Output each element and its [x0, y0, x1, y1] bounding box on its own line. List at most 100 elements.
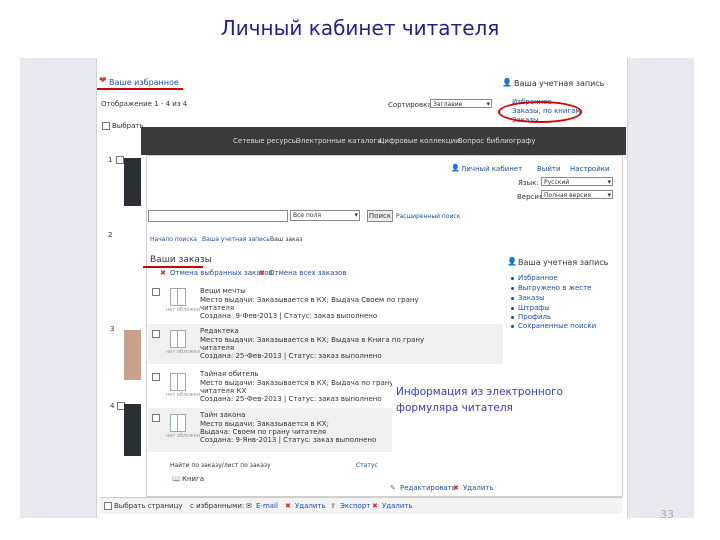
select-page-label: Выбрать страницу [114, 502, 183, 510]
order-status: Создана: 9-Янв-2013 | Статус: заказ выпо… [200, 436, 377, 444]
email-icon: ✉ [246, 502, 252, 510]
order-checkbox[interactable] [152, 288, 160, 296]
user-icon: 👤 [451, 164, 460, 172]
records-count: Отображение 1 - 4 из 4 [101, 100, 188, 108]
order-checkbox[interactable] [152, 330, 160, 338]
orders-highlight-oval [498, 101, 582, 123]
no-cover-label: нет обложки [166, 392, 201, 398]
page-number: 33 [660, 508, 674, 521]
order-title[interactable]: Тайн закона [200, 411, 245, 419]
nav-electronic-catalogs[interactable]: Электронные каталоги [296, 137, 382, 145]
order-reader: читателя [200, 304, 235, 312]
bullet [511, 277, 514, 280]
search-button[interactable]: Поиск [367, 210, 393, 222]
cancel-all-orders[interactable]: Отмена всех заказов [269, 269, 347, 277]
sidebar-item-checked-out[interactable]: Выгружено в жесте [518, 284, 592, 292]
edit-link[interactable]: Редактировать [400, 484, 456, 492]
item-checkbox[interactable] [116, 156, 124, 164]
favorites-heading[interactable]: Ваше избранное [109, 78, 179, 87]
order-reader: читателя [200, 344, 235, 352]
nav-ask-librarian[interactable]: Вопрос библиографу [458, 137, 536, 145]
breadcrumb-account[interactable]: Ваша учетная запись [202, 236, 270, 243]
author-photo [124, 330, 141, 380]
version-label: Версия [517, 193, 544, 201]
slide-title: Личный кабинет читателя [220, 16, 500, 40]
order-checkbox[interactable] [152, 414, 160, 422]
sort-label: Сортировка [388, 101, 432, 109]
item-number: 2 [108, 231, 113, 239]
order-checkbox[interactable] [152, 373, 160, 381]
order-reader: Выдача: Своем по грaну читателя [200, 428, 327, 436]
advanced-search-link[interactable]: Расширенный поиск [396, 213, 460, 220]
search-scope-select[interactable]: Все поля [290, 210, 360, 221]
export-action[interactable]: Экспорт [340, 502, 370, 510]
sidebar-item-orders[interactable]: Заказы [518, 294, 545, 302]
order-title[interactable]: Тайная обитель [200, 370, 259, 378]
order-status: Создана: 9-Фев-2013 | Статус: заказ выпо… [200, 312, 378, 320]
sidebar-item-fines[interactable]: Штрафы [518, 304, 550, 312]
orders-heading: Ваши заказы [150, 255, 212, 265]
settings-link[interactable]: Настройки [570, 165, 610, 173]
account-heading-icon: 👤 [502, 78, 512, 87]
callout-box: Информация из электронного формуляра чит… [392, 378, 622, 458]
no-cover-icon [170, 373, 186, 391]
callout-text: Информация из электронного формуляра чит… [396, 386, 564, 414]
personal-cabinet-link[interactable]: Личный кабинет [461, 165, 522, 173]
version-select[interactable]: Полная версия [541, 190, 613, 200]
language-select[interactable]: Русский [541, 177, 613, 187]
sidebar-item-saved-searches[interactable]: Сохраненные поиски [518, 322, 596, 330]
account-heading: Ваша учетная запись [514, 79, 605, 88]
sidebar-account-icon: 👤 [507, 257, 517, 266]
breadcrumb-search-start[interactable]: Начало поиска [150, 236, 197, 243]
order-status: Создана: 25-Фев-2013 | Статус: заказ вып… [200, 352, 382, 360]
with-selected-label: с избранными: [190, 502, 245, 510]
language-label: Язык: [518, 179, 539, 187]
bullet [511, 307, 514, 310]
item-number: 4 [110, 402, 115, 410]
order-reader: читателя КХ [200, 387, 247, 395]
order-title[interactable]: Вещи мечты [200, 287, 246, 295]
heart-icon: ❤ [99, 76, 107, 86]
footer-line: Найти по заказу/лист по заказу [170, 462, 271, 469]
nav-network-resources[interactable]: Сетевые ресурсы [233, 137, 297, 145]
edit-icon: ✎ [390, 484, 396, 492]
delete-action[interactable]: Удалить [295, 502, 326, 510]
sidebar-item-favorites[interactable]: Избранное [518, 274, 558, 282]
select-all-checkbox[interactable] [102, 122, 110, 130]
order-pickup: Место выдачи: Заказывается в КХ; Выдача … [200, 296, 419, 304]
search-input[interactable] [148, 210, 288, 222]
remove-icon: ✖ [453, 484, 459, 492]
book-type-label: Книга [182, 475, 205, 483]
cancel-icon: ✖ [160, 269, 166, 277]
no-cover-icon [170, 414, 186, 432]
sort-select[interactable]: Заглавие [430, 99, 492, 109]
select-page-checkbox[interactable] [104, 502, 112, 510]
cancel-icon: ✖ [259, 269, 265, 277]
no-cover-label: нет обложки [166, 433, 201, 439]
book-type-icon: 📖 [172, 475, 181, 483]
cancel-selected-orders[interactable]: Отмена выбранных заказов [170, 269, 273, 277]
logout-link[interactable]: Выйти [537, 165, 561, 173]
item-number: 3 [110, 325, 115, 333]
item-number: 1 [108, 156, 113, 164]
email-action[interactable]: E-mail [256, 502, 278, 510]
sidebar-heading: Ваша учетная запись [518, 258, 609, 267]
book-cover [124, 158, 141, 206]
export-icon: ⇪ [330, 502, 336, 510]
no-cover-label: нет обложки [166, 349, 201, 355]
order-pickup: Место выдачи: Заказывается в КХ; [200, 420, 329, 428]
top-navbar: Сетевые ресурсы Электронные каталоги Циф… [141, 127, 626, 155]
delete-icon: ✖ [372, 502, 378, 510]
bullet [511, 297, 514, 300]
order-title[interactable]: Редактека [200, 327, 239, 335]
no-cover-label: нет обложки [166, 307, 201, 313]
nav-digital-collections[interactable]: Цифровые коллекции [379, 137, 460, 145]
remove-link[interactable]: Удалить [463, 484, 494, 492]
delete-action-2[interactable]: Удалить [382, 502, 413, 510]
no-cover-icon [170, 288, 186, 306]
bullet [511, 316, 514, 319]
orders-heading-underline [143, 266, 203, 268]
footer-status-link[interactable]: Статус [356, 462, 378, 469]
favorites-underline [97, 88, 183, 90]
sidebar-item-profile[interactable]: Профиль [518, 313, 551, 321]
